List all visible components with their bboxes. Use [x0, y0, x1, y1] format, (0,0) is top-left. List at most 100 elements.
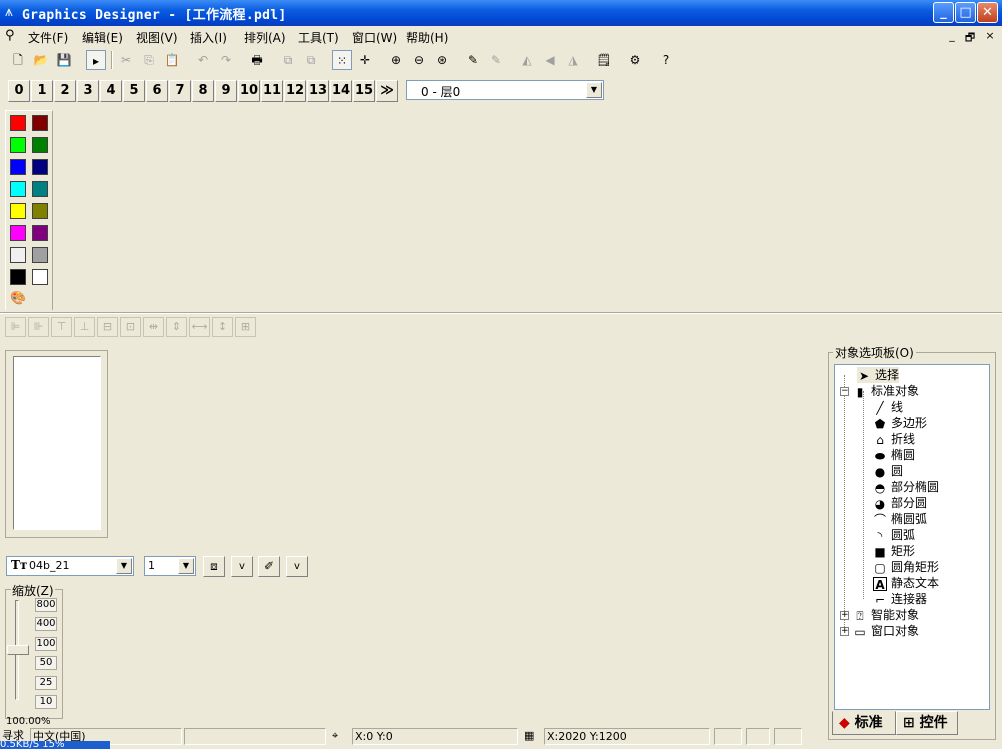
color-swatch-green[interactable]	[10, 137, 26, 153]
tree-item-select[interactable]: ➤ 选择	[857, 367, 900, 383]
bring-front-icon[interactable]: ⧉	[278, 50, 298, 70]
layer-6-button[interactable]: 6	[146, 80, 168, 102]
color-swatch-teal[interactable]	[32, 181, 48, 197]
align-right-icon[interactable]: ⊪	[28, 317, 49, 337]
fill-color-dropdown[interactable]: v	[231, 556, 253, 577]
tree-item-ellipse[interactable]: ⬬ 椭圆	[873, 447, 915, 463]
more-layers-button[interactable]: ≫	[376, 80, 398, 102]
color-swatch-navy[interactable]	[32, 159, 48, 175]
tree-item-partial-ellipse[interactable]: ◓ 部分椭圆	[873, 479, 939, 495]
chevron-down-icon[interactable]: ▼	[586, 82, 602, 98]
zoom-preset-100[interactable]: 100	[35, 637, 57, 651]
color-swatch-purple[interactable]	[32, 225, 48, 241]
chevron-down-icon[interactable]: ▼	[116, 558, 132, 574]
fill-color-icon[interactable]: ⧈	[203, 556, 225, 577]
zoom-preset-400[interactable]: 400	[35, 617, 57, 631]
align-top-icon[interactable]: ⊤	[51, 317, 72, 337]
grid-icon[interactable]: ⁙	[332, 50, 352, 70]
tree-item-partial-circle[interactable]: ◕ 部分圆	[873, 495, 927, 511]
zoom-preset-25[interactable]: 25	[35, 676, 57, 690]
layer-2-button[interactable]: 2	[54, 80, 76, 102]
color-swatch-dark-red[interactable]	[32, 115, 48, 131]
layer-3-button[interactable]: 3	[77, 80, 99, 102]
zoom-preset-800[interactable]: 800	[35, 598, 57, 612]
paste-icon[interactable]: 📋	[162, 50, 182, 70]
color-swatch-cyan[interactable]	[10, 181, 26, 197]
zoom-in-icon[interactable]: ⊕	[386, 50, 406, 70]
print-icon[interactable]: 🖶	[247, 50, 267, 70]
save-icon[interactable]: 💾	[54, 50, 74, 70]
tree-item-polyline[interactable]: ⌂ 折线	[873, 431, 915, 447]
color-swatch-gray[interactable]	[32, 247, 48, 263]
color-swatch-olive[interactable]	[32, 203, 48, 219]
maximize-button[interactable]: □	[955, 2, 976, 23]
menu-window[interactable]: 窗口(W)	[352, 29, 397, 46]
open-icon[interactable]: 📂	[31, 50, 51, 70]
tree-item-window[interactable]: ▭ 窗口对象	[853, 623, 919, 639]
tree-item-ellipse-arc[interactable]: ⌒ 椭圆弧	[873, 511, 927, 527]
layer-8-button[interactable]: 8	[192, 80, 214, 102]
color-swatch-white[interactable]	[32, 269, 48, 285]
same-height-icon[interactable]: ↕	[212, 317, 233, 337]
color-swatch-red[interactable]	[10, 115, 26, 131]
mirror-h-icon[interactable]: ◭	[517, 50, 537, 70]
menu-view[interactable]: 视图(V)	[136, 29, 178, 46]
close-button[interactable]: ✕	[977, 2, 998, 23]
color-swatch-dark-green[interactable]	[32, 137, 48, 153]
zoom-slider-thumb[interactable]	[7, 645, 29, 655]
layer-9-button[interactable]: 9	[215, 80, 237, 102]
color-swatch-magenta[interactable]	[10, 225, 26, 241]
space-horizontal-icon[interactable]: ⇹	[143, 317, 164, 337]
same-size-icon[interactable]: ⊞	[235, 317, 256, 337]
tree-item-line[interactable]: ╱ 线	[873, 399, 903, 415]
font-select[interactable]: Tт 04b_21 ▼	[6, 556, 134, 576]
preview-canvas[interactable]	[13, 356, 101, 530]
color-swatch-blue[interactable]	[10, 159, 26, 175]
zoom-preset-10[interactable]: 10	[35, 695, 57, 709]
tree-item-smart[interactable]: ⍰ 智能对象	[853, 607, 919, 623]
redo-icon[interactable]: ↷	[216, 50, 236, 70]
object-tree[interactable]: ➤ 选择 − ▮ 标准对象 ╱ 线 ⬟ 多边形 ⌂ 折线 ⬬ 椭圆 ● 圆 ◓ 部分椭圆 ◕ 部分…	[834, 364, 990, 710]
menu-insert[interactable]: 插入(I)	[190, 29, 227, 46]
tree-item-rounded-rectangle[interactable]: ▢ 圆角矩形	[873, 559, 939, 575]
run-icon[interactable]: ▸	[86, 50, 106, 70]
align-left-icon[interactable]: ⊫	[5, 317, 26, 337]
expand-icon[interactable]: +	[840, 611, 849, 620]
cut-icon[interactable]: ✂	[116, 50, 136, 70]
rotate-icon[interactable]: ◮	[563, 50, 583, 70]
minimize-button[interactable]: _	[933, 2, 954, 23]
zoom-out-icon[interactable]: ⊖	[409, 50, 429, 70]
tree-item-polygon[interactable]: ⬟ 多边形	[873, 415, 927, 431]
menu-arrange[interactable]: 排列(A)	[244, 29, 286, 46]
layer-14-button[interactable]: 14	[330, 80, 352, 102]
tree-item-circle-arc[interactable]: ◝ 圆弧	[873, 527, 915, 543]
menu-edit[interactable]: 编辑(E)	[82, 29, 123, 46]
mdi-close-button[interactable]: ×	[982, 29, 998, 42]
mdi-minimize-button[interactable]: _	[944, 29, 960, 42]
tree-item-circle[interactable]: ● 圆	[873, 463, 903, 479]
center-horizontal-icon[interactable]: ⊟	[97, 317, 118, 337]
new-icon[interactable]: 🗋	[8, 50, 28, 70]
zoom-fit-icon[interactable]: ⊛	[432, 50, 452, 70]
align-bottom-icon[interactable]: ⊥	[74, 317, 95, 337]
collapse-icon[interactable]: −	[840, 387, 849, 396]
chevron-down-icon[interactable]: ▼	[178, 558, 194, 574]
color-swatch-yellow[interactable]	[10, 203, 26, 219]
mdi-restore-button[interactable]: 🗗	[962, 29, 978, 48]
pen-disabled-icon[interactable]: ✎	[486, 50, 506, 70]
snap-icon[interactable]: ✛	[355, 50, 375, 70]
center-vertical-icon[interactable]: ⊡	[120, 317, 141, 337]
layer-10-button[interactable]: 10	[238, 80, 260, 102]
line-color-icon[interactable]: ✐	[258, 556, 280, 577]
menu-help[interactable]: 帮助(H)	[406, 29, 448, 46]
layer-7-button[interactable]: 7	[169, 80, 191, 102]
layer-11-button[interactable]: 11	[261, 80, 283, 102]
space-vertical-icon[interactable]: ⇕	[166, 317, 187, 337]
properties-pen-icon[interactable]: ✎	[463, 50, 483, 70]
same-width-icon[interactable]: ⟷	[189, 317, 210, 337]
layer-select[interactable]: 0 - 层0 ▼	[406, 80, 604, 100]
tree-item-connector[interactable]: ⌐ 连接器	[873, 591, 927, 607]
menu-tools[interactable]: 工具(T)	[298, 29, 339, 46]
line-color-dropdown[interactable]: v	[286, 556, 308, 577]
properties-icon[interactable]: 🗒	[594, 50, 614, 70]
